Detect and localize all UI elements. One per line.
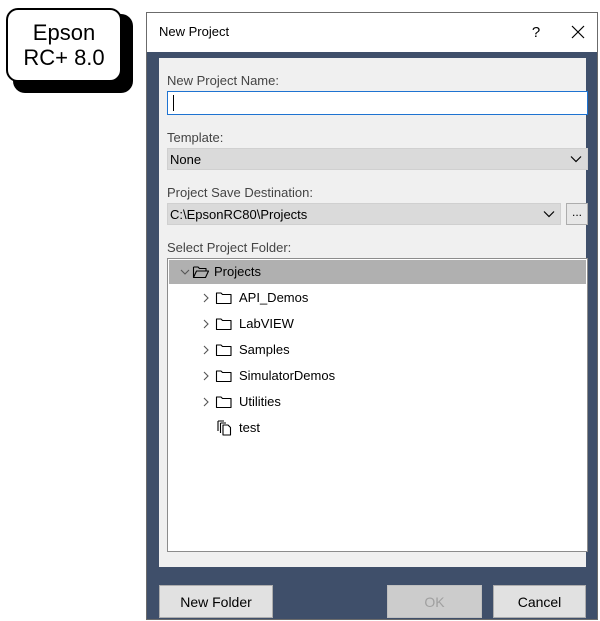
tree-node-utilities[interactable]: Utilities xyxy=(169,390,586,414)
chevron-right-icon xyxy=(203,319,209,329)
tree-node-label: test xyxy=(239,420,260,435)
tree-node-label: Samples xyxy=(239,342,290,357)
project-name-label: New Project Name: xyxy=(167,73,279,88)
tree-node-projects[interactable]: Projects xyxy=(169,260,586,284)
new-project-dialog: New Project ? New Project Name: Template… xyxy=(146,12,598,620)
template-label: Template: xyxy=(167,130,224,145)
project-file-icon xyxy=(217,420,232,436)
folder-icon xyxy=(215,396,232,409)
folder-icon xyxy=(215,318,232,331)
chevron-right-icon xyxy=(203,345,209,355)
tree-node-simulator-demos[interactable]: SimulatorDemos xyxy=(169,364,586,388)
project-name-input[interactable] xyxy=(167,91,588,115)
chevron-right-icon xyxy=(203,293,209,303)
callout-line-2: RC+ 8.0 xyxy=(23,45,105,70)
text-caret xyxy=(173,95,174,111)
tree-node-labview[interactable]: LabVIEW xyxy=(169,312,586,336)
chevron-right-icon xyxy=(203,397,209,407)
tree-node-label: Projects xyxy=(214,264,261,279)
help-button[interactable]: ? xyxy=(523,19,549,45)
folder-icon xyxy=(215,370,232,383)
browse-label: ... xyxy=(571,205,582,219)
tree-node-label: LabVIEW xyxy=(239,316,294,331)
chevron-down-icon xyxy=(180,269,190,275)
destination-label: Project Save Destination: xyxy=(167,185,313,200)
open-folder-icon xyxy=(192,266,210,279)
chevron-down-icon xyxy=(570,156,582,163)
help-label: ? xyxy=(531,23,541,41)
dialog-title: New Project xyxy=(159,24,230,39)
new-folder-button[interactable]: New Folder xyxy=(159,585,273,618)
chevron-down-icon xyxy=(543,211,555,218)
browse-button[interactable]: ... xyxy=(566,203,588,225)
tree-node-label: SimulatorDemos xyxy=(239,368,336,383)
folder-icon xyxy=(215,344,232,357)
project-folder-tree[interactable]: Projects API_Demos LabVIEW Samples Simul… xyxy=(167,258,588,552)
cancel-button[interactable]: Cancel xyxy=(493,585,586,618)
template-dropdown[interactable]: None xyxy=(167,148,588,170)
template-selected-value: None xyxy=(170,151,202,167)
tree-node-label: API_Demos xyxy=(239,290,309,305)
close-button[interactable] xyxy=(565,19,591,45)
product-callout: Epson RC+ 8.0 xyxy=(6,8,122,82)
cancel-label: Cancel xyxy=(517,593,562,610)
new-folder-label: New Folder xyxy=(180,593,252,610)
tree-node-test-project[interactable]: test xyxy=(169,416,586,440)
destination-selected-value: C:\EpsonRC80\Projects xyxy=(170,206,308,222)
ok-label: OK xyxy=(424,593,445,610)
tree-node-label: Utilities xyxy=(239,394,281,409)
destination-dropdown[interactable]: C:\EpsonRC80\Projects xyxy=(167,203,561,225)
close-icon xyxy=(571,25,585,39)
folder-tree-label: Select Project Folder: xyxy=(167,240,292,255)
ok-button[interactable]: OK xyxy=(387,585,482,618)
callout-line-1: Epson xyxy=(32,20,96,45)
tree-node-samples[interactable]: Samples xyxy=(169,338,586,362)
dialog-content: New Project Name: Template: None Project… xyxy=(159,58,588,567)
dialog-titlebar[interactable]: New Project ? xyxy=(147,13,597,52)
tree-node-api-demos[interactable]: API_Demos xyxy=(169,286,586,310)
chevron-right-icon xyxy=(203,371,209,381)
folder-icon xyxy=(215,292,232,305)
